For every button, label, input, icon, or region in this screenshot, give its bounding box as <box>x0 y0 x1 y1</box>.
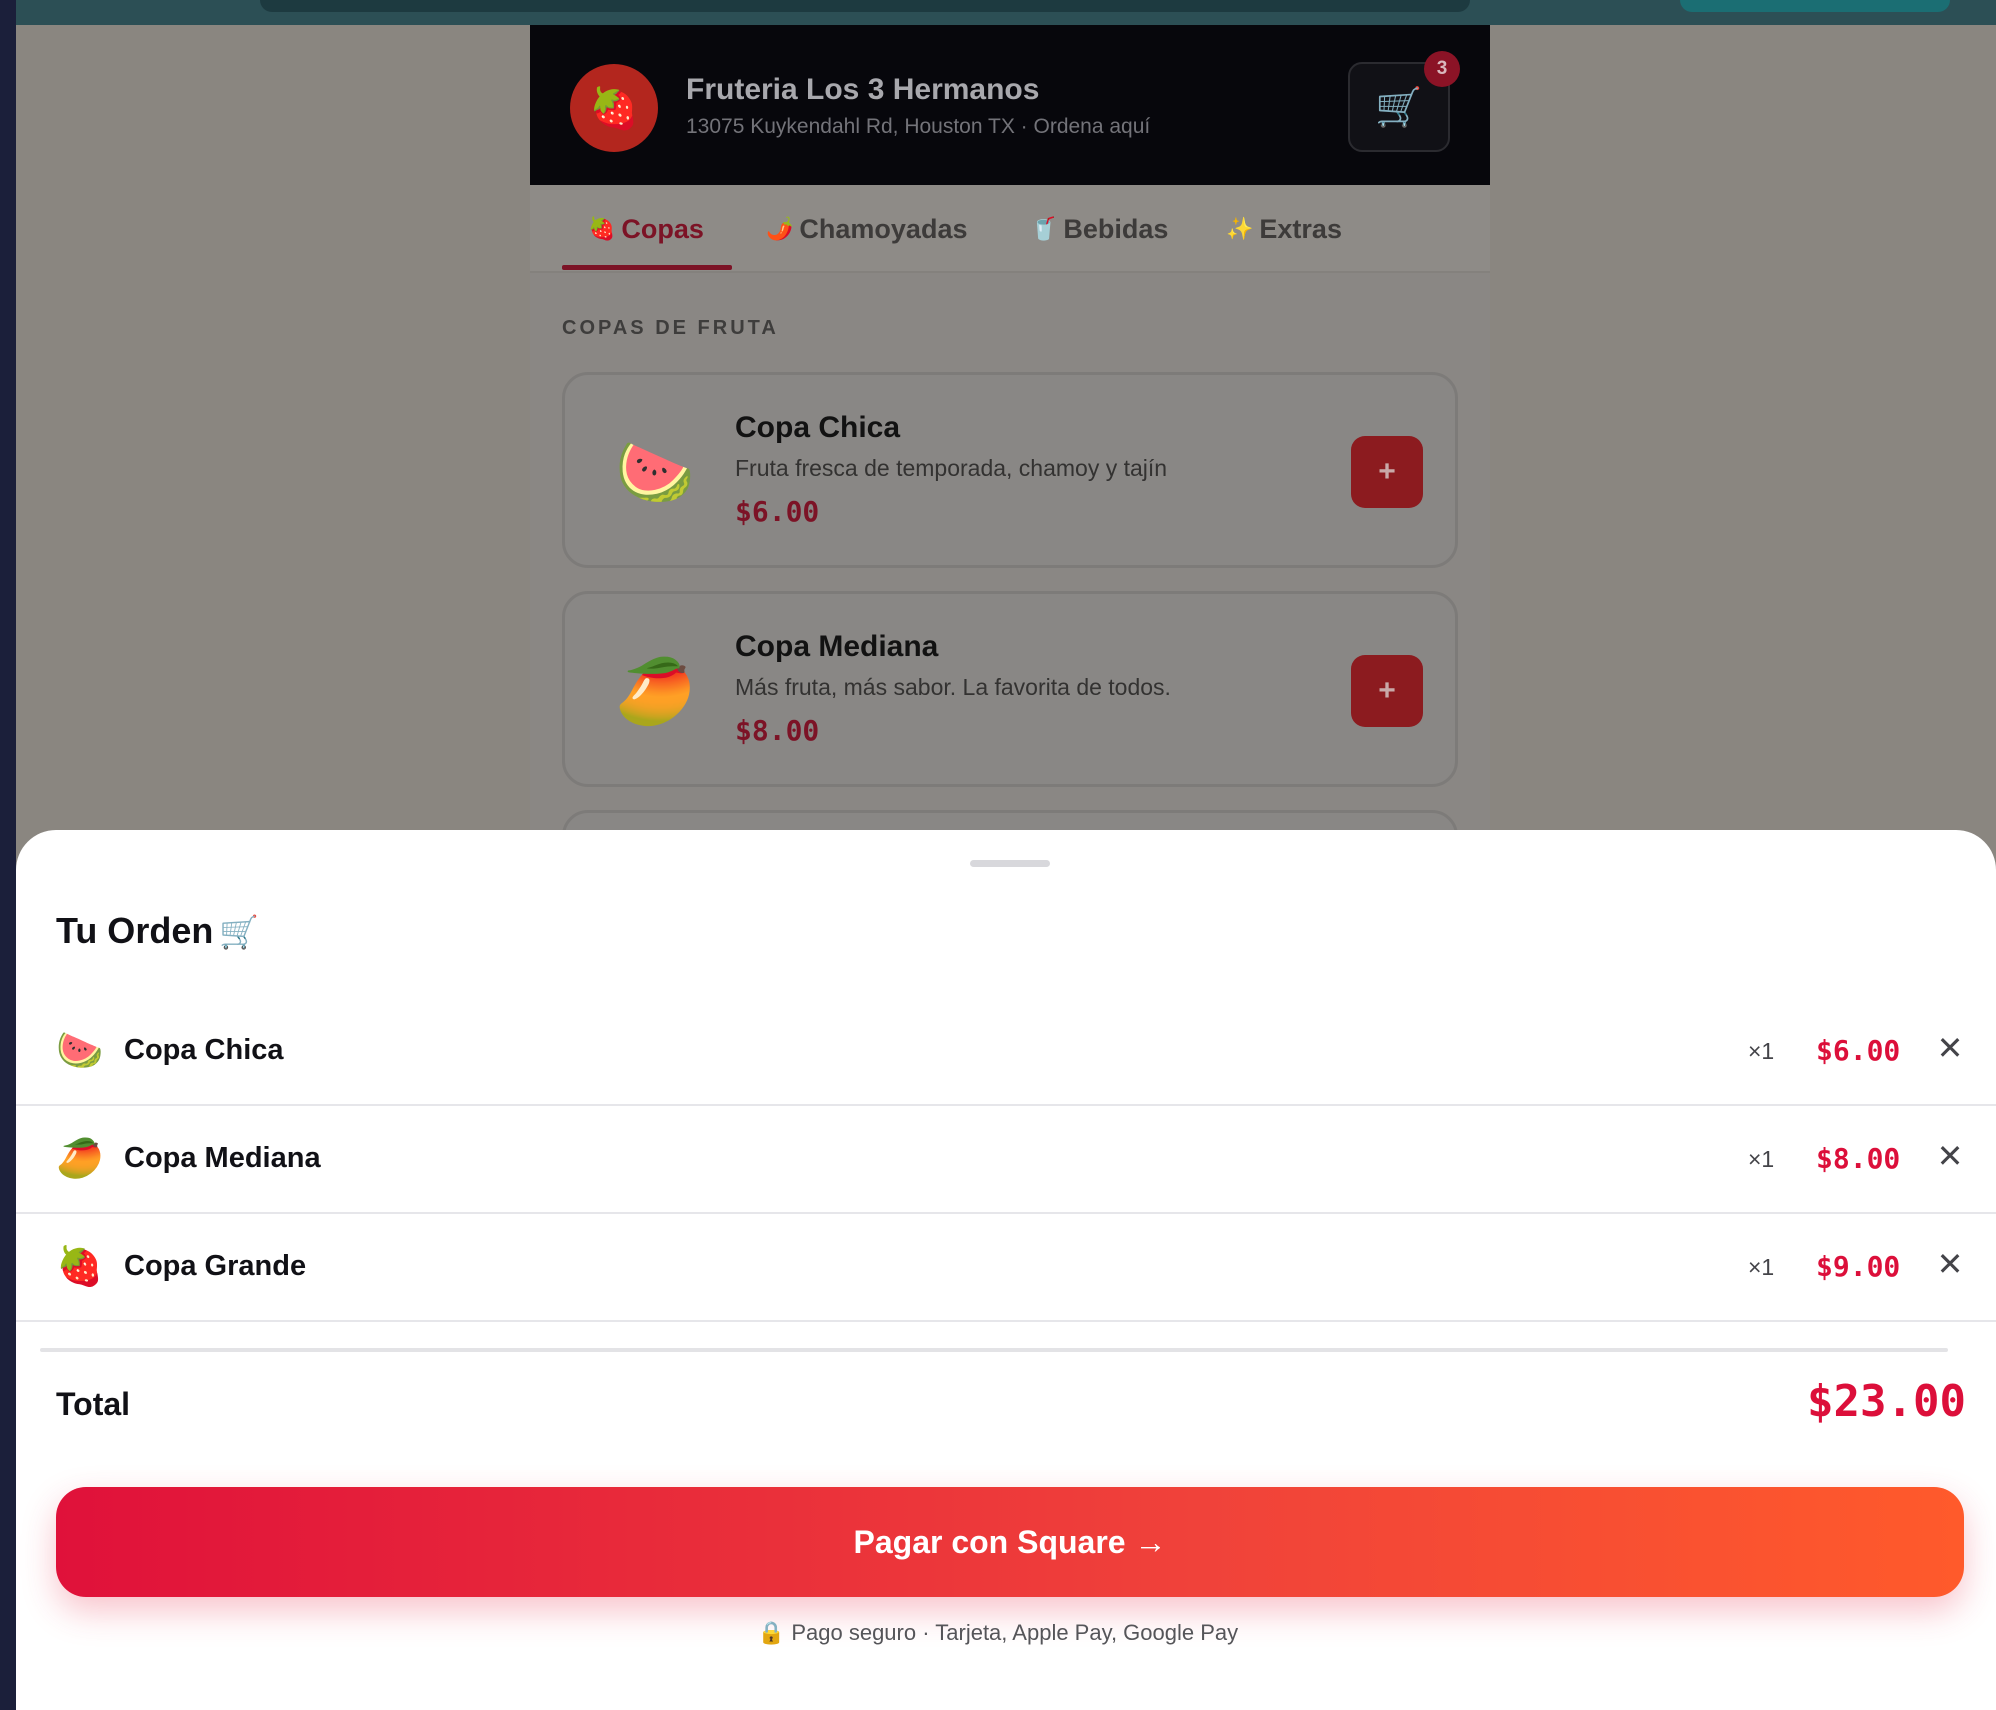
sheet-drag-handle[interactable] <box>970 860 1050 867</box>
order-item-name: Copa Mediana <box>124 1142 321 1174</box>
order-item-quantity: ×1 <box>1748 1038 1775 1064</box>
order-title-text: Tu Orden <box>56 910 214 951</box>
strawberry-icon: 🍓 <box>56 1244 104 1288</box>
sparkles-icon: ✨ <box>1226 216 1254 241</box>
menu-item-card[interactable]: 🥭 Copa Mediana Más fruta, más sabor. La … <box>562 591 1458 787</box>
window-edge <box>0 0 16 1710</box>
menu-item-card[interactable]: 🍉 Copa Chica Fruta fresca de temporada, … <box>562 372 1458 568</box>
chili-icon: 🌶️ <box>766 216 794 241</box>
store-logo: 🍓 <box>570 64 658 152</box>
menu-item-price: $6.00 <box>735 495 820 528</box>
strawberry-icon: 🍓 <box>588 216 616 241</box>
add-to-cart-button[interactable]: + <box>1351 655 1423 727</box>
tab-label: Chamoyadas <box>799 213 968 244</box>
menu-item-description: Fruta fresca de temporada, chamoy y tají… <box>735 455 1168 481</box>
tab-label: Extras <box>1259 213 1342 244</box>
order-item-price: $6.00 <box>1816 1034 1901 1067</box>
store-name: Fruteria Los 3 Hermanos <box>686 73 1040 106</box>
address-bar[interactable] <box>260 0 1470 12</box>
browser-action-button[interactable] <box>1680 0 1950 12</box>
strawberry-icon: 🍓 <box>589 85 639 132</box>
cart-icon: 🛒 <box>219 914 260 950</box>
menu-app: 🍓 Fruteria Los 3 Hermanos 13075 Kuykenda… <box>530 25 1490 1006</box>
tab-label: Bebidas <box>1063 213 1169 244</box>
menu-item-description: Más fruta, más sabor. La favorita de tod… <box>735 674 1171 700</box>
tab-label: Copas <box>621 213 704 244</box>
order-item-name: Copa Grande <box>124 1250 307 1282</box>
remove-item-button[interactable]: ✕ <box>1928 1026 1972 1070</box>
order-row: 🥭 Copa Mediana ×1 $8.00 ✕ <box>16 1106 1996 1214</box>
store-header: 🍓 Fruteria Los 3 Hermanos 13075 Kuykenda… <box>530 25 1490 185</box>
secure-payment-note: 🔒 Pago seguro · Tarjeta, Apple Pay, Goog… <box>757 1620 1239 1645</box>
menu-item-price: $8.00 <box>735 714 820 747</box>
menu-item-name: Copa Chica <box>735 411 901 444</box>
order-title: Tu Orden 🛒 <box>56 910 259 952</box>
store-address: 13075 Kuykendahl Rd, Houston TX · Ordena… <box>686 115 1151 138</box>
cart-icon: 🛒 <box>1375 84 1423 129</box>
order-item-price: $8.00 <box>1816 1142 1901 1175</box>
menu-item-name: Copa Mediana <box>735 630 939 663</box>
remove-item-button[interactable]: ✕ <box>1928 1242 1972 1286</box>
remove-item-button[interactable]: ✕ <box>1928 1134 1972 1178</box>
total-divider <box>40 1348 1948 1352</box>
add-to-cart-button[interactable]: + <box>1351 436 1423 508</box>
order-item-quantity: ×1 <box>1748 1254 1775 1280</box>
category-tabs: 🍓 Copas 🌶️ Chamoyadas 🥤 Bebidas ✨ Extras <box>530 185 1490 273</box>
order-item-quantity: ×1 <box>1748 1146 1775 1172</box>
order-row: 🍉 Copa Chica ×1 $6.00 ✕ <box>16 998 1996 1106</box>
watermelon-icon: 🍉 <box>615 436 695 510</box>
order-item-price: $9.00 <box>1816 1250 1901 1283</box>
tab-extras[interactable]: ✨ Extras <box>1226 185 1342 273</box>
tab-chamoyadas[interactable]: 🌶️ Chamoyadas <box>766 185 967 273</box>
cart-count-badge: 3 <box>1424 51 1460 87</box>
tab-bebidas[interactable]: 🥤 Bebidas <box>1030 185 1168 273</box>
watermelon-icon: 🍉 <box>56 1028 104 1072</box>
section-title: COPAS DE FRUTA <box>562 317 779 339</box>
mango-icon: 🥭 <box>615 655 695 729</box>
tab-copas[interactable]: 🍓 Copas <box>588 185 704 273</box>
pay-with-square-button[interactable]: Pagar con Square → <box>56 1487 1964 1597</box>
order-row: 🍓 Copa Grande ×1 $9.00 ✕ <box>16 1214 1996 1322</box>
drink-icon: 🥤 <box>1030 216 1058 241</box>
mango-icon: 🥭 <box>56 1136 104 1180</box>
active-tab-indicator <box>562 265 732 270</box>
order-item-name: Copa Chica <box>124 1034 284 1066</box>
browser-chrome <box>0 0 1996 25</box>
total-label: Total <box>56 1386 131 1422</box>
total-value: $23.00 <box>1807 1376 1966 1427</box>
